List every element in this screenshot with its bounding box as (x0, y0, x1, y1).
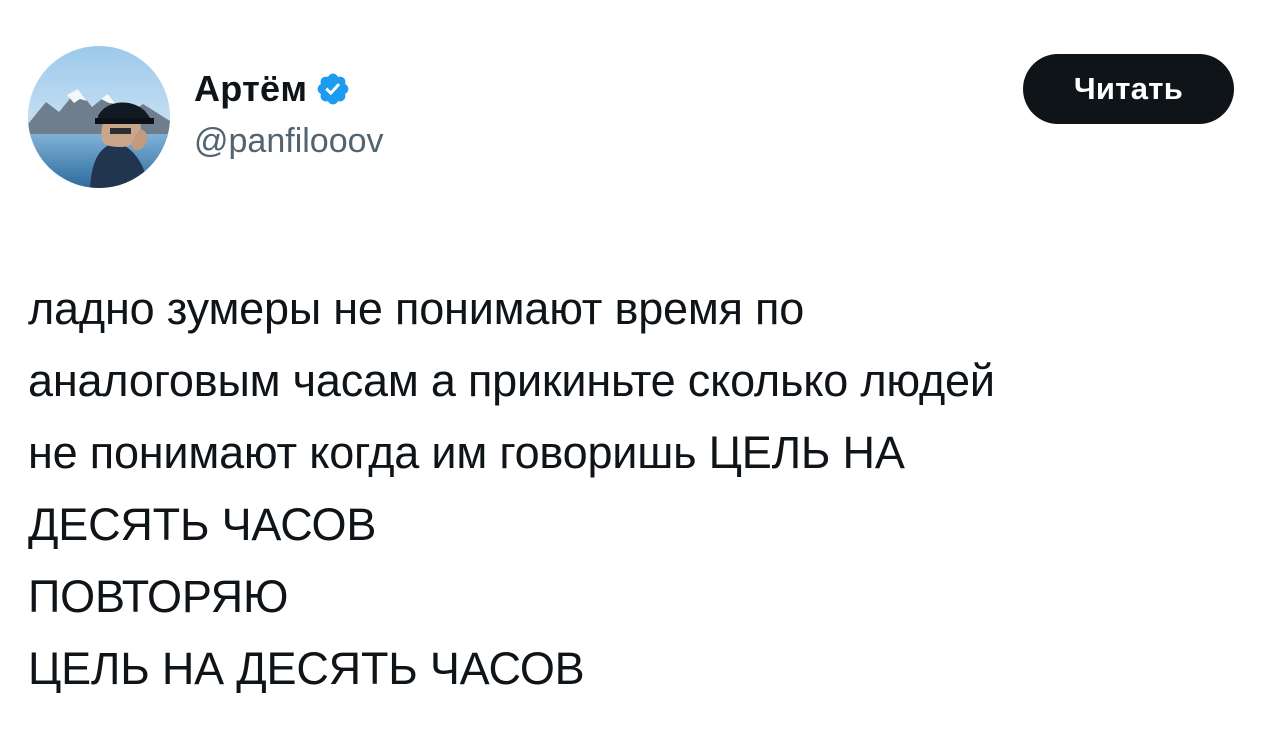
verified-badge-icon (315, 71, 351, 107)
author-display-name[interactable]: Артём (194, 68, 307, 110)
tweet-text-line-1: ладно зумеры не понимают время по (28, 283, 805, 334)
read-button[interactable]: Читать (1023, 54, 1234, 124)
author-info: Артём @panfilooov (194, 64, 384, 174)
avatar-photo (28, 46, 170, 188)
tweet-text-line-2: аналоговым часам а прикиньте сколько люд… (28, 355, 995, 406)
tweet-text: ладно зумеры не понимают время по аналог… (28, 273, 1258, 705)
tweet-text-line-5: ПОВТОРЯЮ (28, 571, 289, 622)
tweet-text-line-3: не понимают когда им говоришь ЦЕЛЬ НА (28, 427, 905, 478)
tweet-text-line-6: ЦЕЛЬ НА ДЕСЯТЬ ЧАСОВ (28, 643, 585, 694)
tweet-text-line-4: ДЕСЯТЬ ЧАСОВ (28, 499, 377, 550)
author-name-row: Артём (194, 64, 384, 114)
avatar[interactable] (28, 46, 170, 188)
author-handle[interactable]: @panfilooov (194, 122, 384, 161)
tweet-header: Артём @panfilooov Читать (28, 46, 1234, 190)
